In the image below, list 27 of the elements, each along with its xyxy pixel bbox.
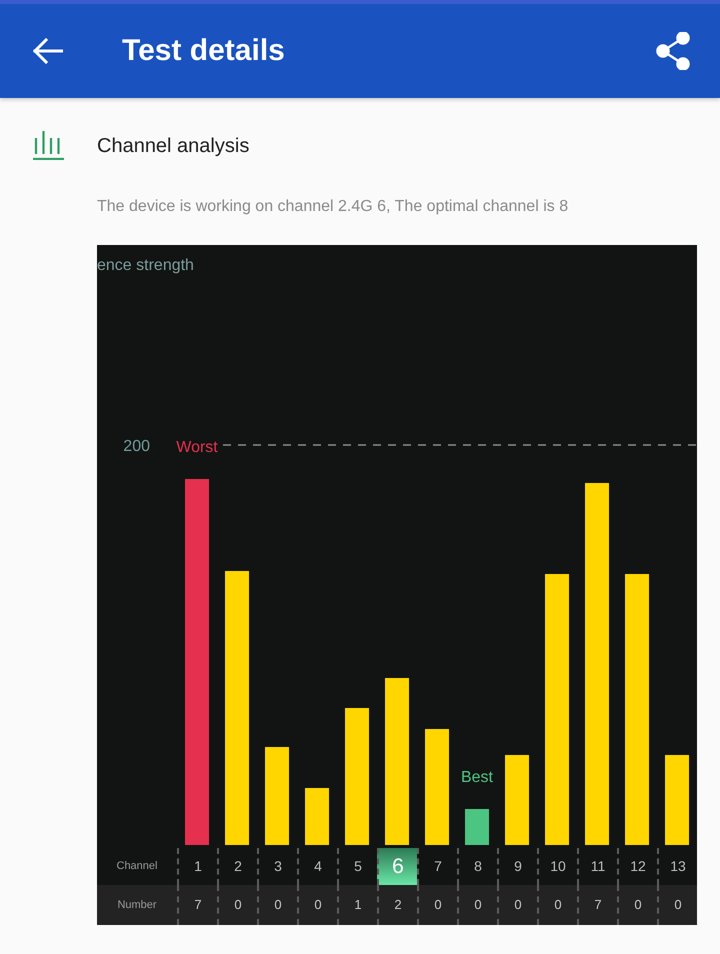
section-description: The device is working on channel 2.4G 6, The optimal channel is 8 <box>97 197 570 217</box>
table-cell: 0 <box>617 885 657 925</box>
table-cell: 0 <box>417 885 457 925</box>
table-cell: 0 <box>657 885 697 925</box>
chart-bar <box>305 788 329 845</box>
table-cell: 1 <box>337 885 377 925</box>
table-cell: 0 <box>257 885 297 925</box>
chart-caption: ence strength <box>97 257 194 274</box>
section-title: Channel analysis <box>97 134 250 159</box>
table-cell: 0 <box>217 885 257 925</box>
bar-label: Best <box>461 769 493 786</box>
bar-chart-icon <box>33 130 64 160</box>
table-cell: 6 <box>377 848 417 885</box>
share-icon[interactable] <box>656 32 690 70</box>
table-cell: 0 <box>297 885 337 925</box>
table-cell: 7 <box>577 885 617 925</box>
page-title: Test details <box>122 33 285 69</box>
table-cell: 7 <box>177 885 217 925</box>
back-icon[interactable] <box>33 38 63 64</box>
row-header: Channel <box>116 859 158 874</box>
line-label: 200 <box>123 438 150 455</box>
table-cell: 0 <box>497 885 537 925</box>
table-cell: 0 <box>537 885 577 925</box>
table-cell: 0 <box>457 885 497 925</box>
table-cell: 2 <box>377 885 417 925</box>
row-header: Number <box>116 898 158 913</box>
bar-label: Worst <box>176 439 218 456</box>
